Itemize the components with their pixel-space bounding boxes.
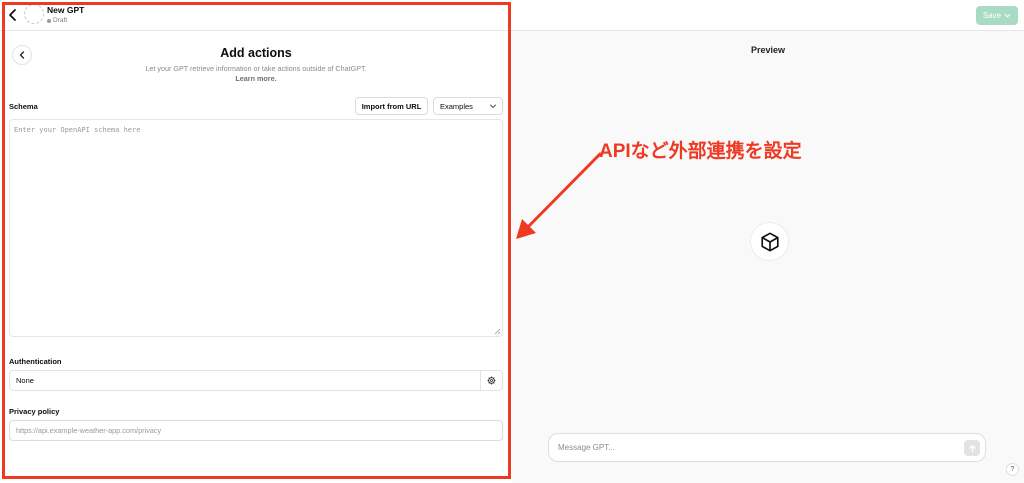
resize-grip-icon[interactable]: [494, 328, 501, 335]
page-title: Add actions: [220, 46, 292, 60]
annotation-callout-text: APIなど外部連携を設定: [599, 141, 802, 162]
gear-icon: [487, 376, 496, 385]
message-input[interactable]: Message GPT...: [548, 433, 986, 462]
preview-title: Preview: [750, 45, 786, 55]
import-from-url-button[interactable]: Import from URL: [355, 97, 428, 115]
schema-label: Schema: [9, 102, 38, 111]
send-button[interactable]: [964, 440, 980, 456]
cube-icon: [760, 231, 779, 252]
gpt-status: Draft: [47, 17, 67, 24]
chevron-down-icon: [490, 104, 496, 109]
examples-dropdown-label: Examples: [440, 101, 473, 111]
schema-textarea[interactable]: Enter your OpenAPI schema here: [9, 119, 503, 337]
privacy-policy-label: Privacy policy: [9, 407, 60, 416]
authentication-field[interactable]: None: [9, 370, 481, 391]
learn-more-link[interactable]: Learn more.: [0, 74, 512, 83]
page-subtitle: Let your GPT retrieve information or tak…: [145, 64, 367, 73]
authentication-label: Authentication: [9, 357, 62, 366]
gpt-avatar[interactable]: [24, 4, 44, 24]
help-button[interactable]: ?: [1006, 463, 1019, 476]
examples-dropdown[interactable]: Examples: [433, 97, 503, 115]
arrow-up-icon: [968, 444, 976, 452]
status-dot-icon: [47, 18, 51, 23]
privacy-policy-input[interactable]: https://api.example-weather-app.com/priv…: [9, 420, 503, 441]
gpt-name: New GPT: [47, 5, 85, 15]
preview-panel: Preview Message GPT... ?: [512, 31, 1024, 483]
schema-placeholder: Enter your OpenAPI schema here: [14, 126, 141, 134]
message-placeholder: Message GPT...: [558, 443, 615, 452]
chevron-down-icon: [1004, 14, 1011, 18]
authentication-settings-button[interactable]: [480, 370, 503, 391]
save-button[interactable]: Save: [976, 6, 1018, 25]
gpt-preview-logo: [750, 222, 789, 261]
gpt-status-text: Draft: [53, 17, 68, 24]
save-button-label: Save: [982, 11, 1002, 20]
actions-editor-panel: Add actions Let your GPT retrieve inform…: [0, 31, 512, 483]
top-bar: New GPT Draft Save: [0, 0, 1024, 31]
back-arrow-icon[interactable]: [6, 8, 20, 22]
